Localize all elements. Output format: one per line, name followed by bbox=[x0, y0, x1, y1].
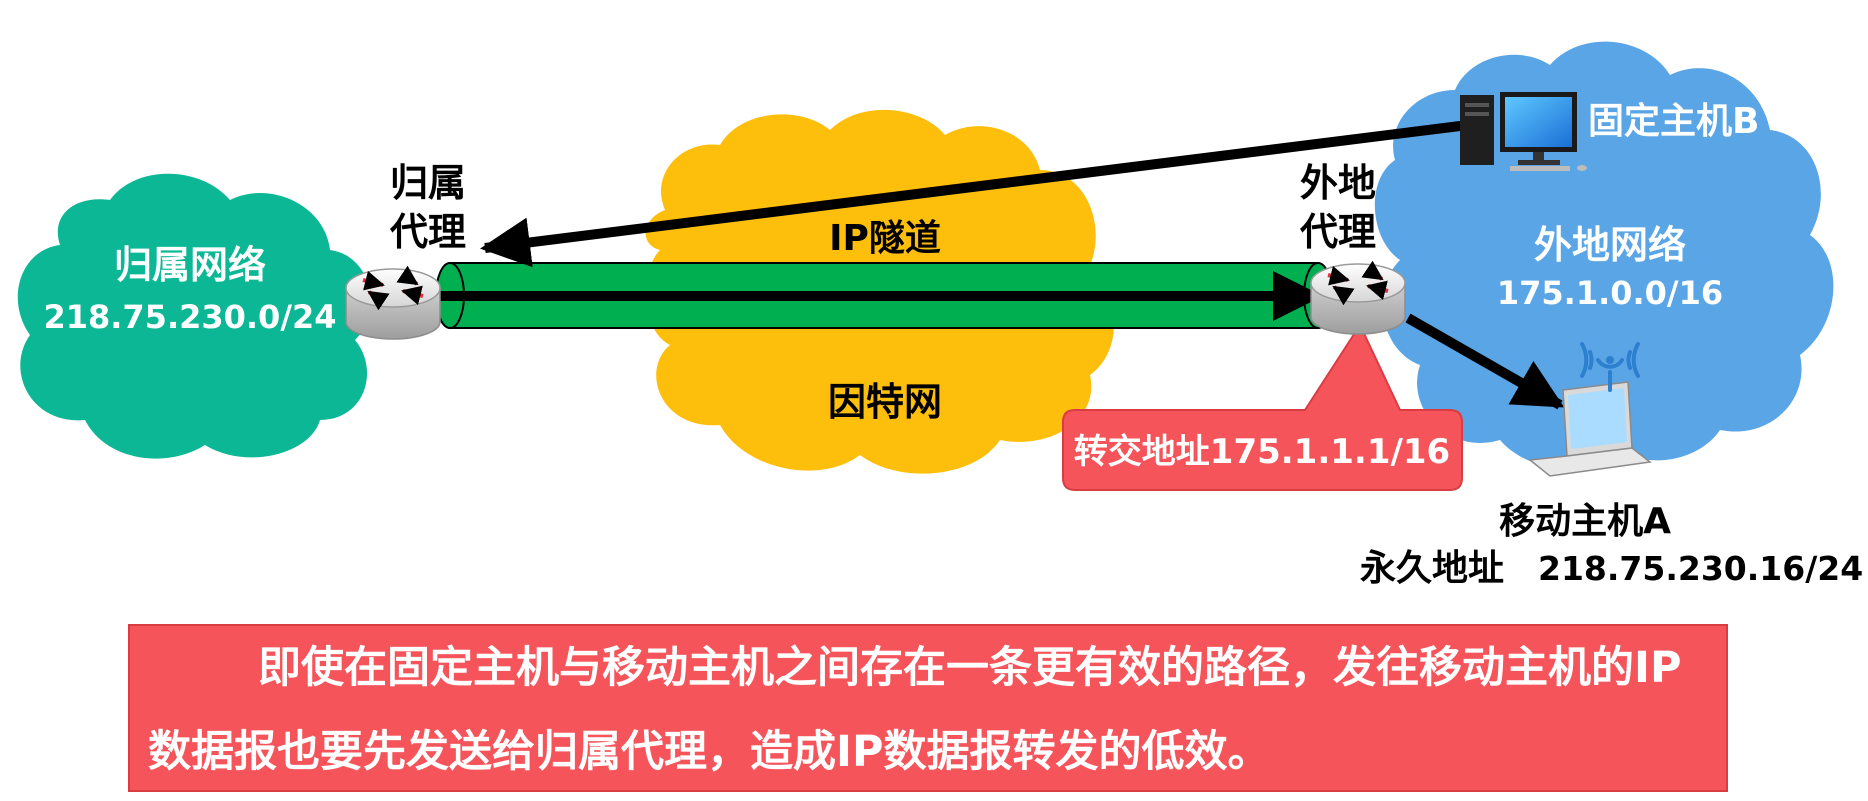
mobile-host-permanent-address-label: 永久地址 bbox=[1360, 548, 1504, 589]
mobile-host-name: 移动主机A bbox=[1499, 501, 1671, 542]
note-text: 即使在固定主机与移动主机之间存在一条更有效的路径，发往移动主机的IP数据报也要先… bbox=[148, 643, 1682, 777]
foreign-agent-label-line1: 外地 bbox=[1300, 161, 1376, 205]
home-agent-label-line2: 代理 bbox=[390, 210, 466, 254]
home-network-subnet: 218.75.230.0/24 bbox=[43, 298, 336, 336]
care-of-address-label: 转交地址175.1.1.1/16 bbox=[1074, 432, 1450, 472]
mobile-host-permanent-address: 218.75.230.16/24 bbox=[1538, 549, 1863, 588]
foreign-network-name: 外地网络 bbox=[1534, 223, 1686, 267]
foreign-agent-label-line2: 代理 bbox=[1300, 210, 1376, 254]
fixed-host-name: 固定主机B bbox=[1588, 101, 1759, 142]
foreign-agent-router-icon bbox=[1310, 260, 1406, 335]
internet-name: 因特网 bbox=[828, 380, 942, 424]
tunnel-label: IP隧道 bbox=[829, 218, 941, 259]
foreign-network-subnet: 175.1.0.0/16 bbox=[1497, 274, 1723, 312]
home-network-cloud: 归属网络 218.75.230.0/24 bbox=[17, 173, 371, 459]
home-agent-router-icon bbox=[345, 265, 441, 340]
note-box: 即使在固定主机与移动主机之间存在一条更有效的路径，发往移动主机的IP数据报也要先… bbox=[128, 624, 1728, 792]
home-network-name: 归属网络 bbox=[114, 243, 266, 287]
home-agent-label-line1: 归属 bbox=[390, 161, 466, 205]
